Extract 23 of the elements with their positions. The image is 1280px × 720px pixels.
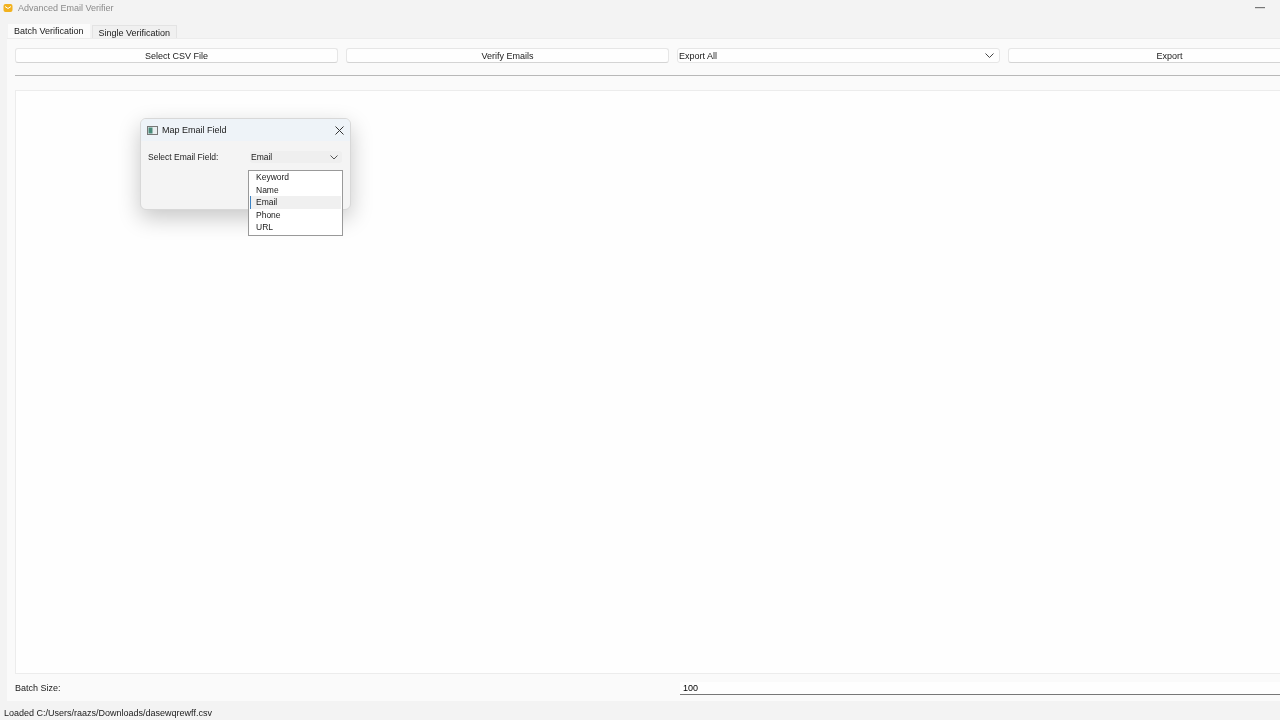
toolbar-button[interactable]: Verify Emails — [346, 48, 669, 63]
export-button[interactable]: Export — [1008, 48, 1280, 63]
tab[interactable]: Batch Verification — [8, 24, 90, 38]
email-field-dropdown[interactable]: Email — [250, 151, 342, 163]
dropdown-option[interactable]: Email — [250, 196, 341, 209]
batch-size-field[interactable]: 100 — [680, 681, 1280, 695]
minimize-icon[interactable] — [1255, 7, 1265, 9]
export-mode-dropdown[interactable]: Export All — [677, 48, 1000, 63]
dropdown-option[interactable]: Keyword — [250, 171, 341, 184]
field-label: Select Email Field: — [148, 152, 220, 162]
dropdown-option[interactable]: Name — [250, 183, 341, 196]
close-icon[interactable] — [335, 125, 344, 135]
toolbar-button[interactable]: Select CSV File — [15, 48, 338, 63]
window-icon — [147, 125, 158, 135]
status-text: Loaded C:/Users/raazs/Downloads/dasewqrewff.csv — [3, 707, 213, 717]
dropdown-option[interactable]: URL — [250, 221, 341, 234]
envelope-icon — [3, 3, 13, 13]
dropdown-option[interactable]: Phone — [250, 208, 341, 221]
chevron-icon — [985, 53, 994, 58]
window-title: Advanced Email Verifier — [18, 3, 114, 13]
dialog-title: Map Email Field — [162, 125, 227, 135]
chevron-icon — [330, 154, 338, 160]
batch-size-label: Batch Size: — [15, 683, 62, 693]
